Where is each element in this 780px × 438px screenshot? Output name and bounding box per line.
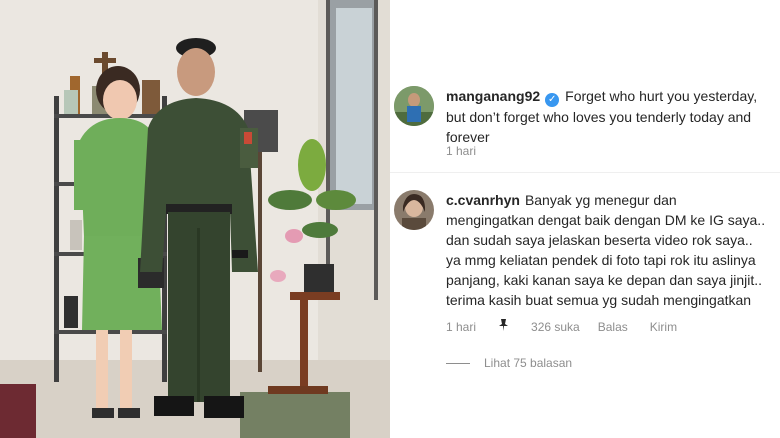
reply-button[interactable]: Balas <box>598 320 628 334</box>
divider <box>390 172 780 173</box>
caption-time: 1 hari <box>446 144 477 158</box>
view-replies-label: Lihat 75 balasan <box>484 356 573 370</box>
replies-line <box>446 362 470 364</box>
pin-icon[interactable] <box>498 319 509 334</box>
username[interactable]: manganang92 <box>446 88 540 104</box>
comment-meta: 1 hari 326 suka Balas Kirim <box>446 319 699 334</box>
avatar[interactable] <box>394 190 434 230</box>
comment-text: c.cvanrhyn Banyak yg menegur dan menginga… <box>446 190 768 310</box>
caption-meta: 1 hari <box>446 144 498 158</box>
likes-count[interactable]: 326 suka <box>531 320 580 334</box>
header-spacer <box>390 0 780 56</box>
verified-badge-icon: ✓ <box>545 93 560 107</box>
username[interactable]: c.cvanrhyn <box>446 192 520 208</box>
avatar[interactable] <box>394 86 434 126</box>
comment-time: 1 hari <box>446 319 477 334</box>
comments-pane: manganang92 ✓ Forget who hurt you yesterda… <box>390 0 780 438</box>
view-replies-button[interactable]: Lihat 75 balasan <box>446 356 572 370</box>
post-photo <box>0 0 390 438</box>
comment-body: Banyak yg menegur dan mengingatkan denga… <box>446 192 766 308</box>
caption-text: manganang92 ✓ Forget who hurt you yesterda… <box>446 86 768 147</box>
send-button[interactable]: Kirim <box>650 320 677 334</box>
